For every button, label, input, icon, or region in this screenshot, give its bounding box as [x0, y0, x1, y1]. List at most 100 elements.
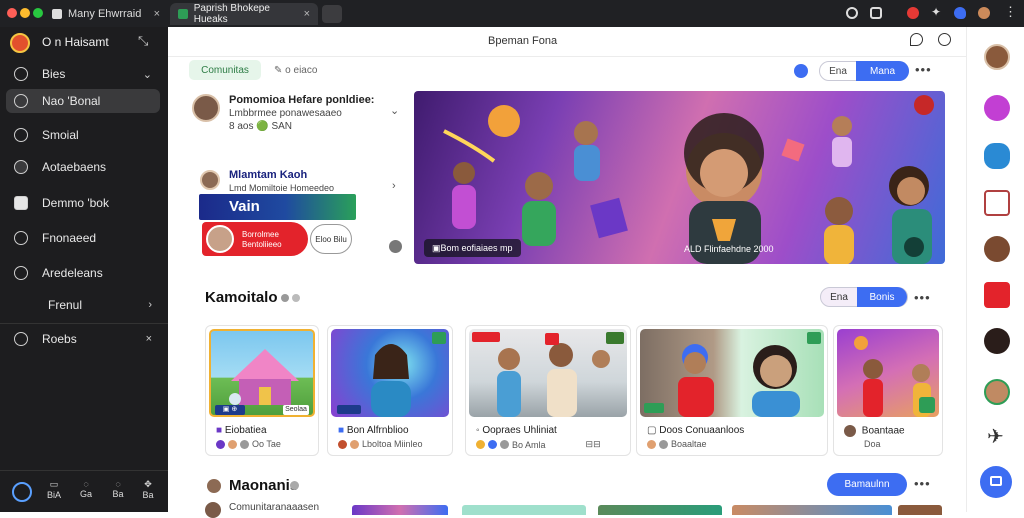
sidebar-item-roles[interactable]: Roebs ×: [6, 327, 160, 351]
card-thumbnail[interactable]: [462, 505, 586, 515]
chevron-down-icon[interactable]: ⌄: [390, 104, 399, 117]
sidebar-item-demo[interactable]: Demmo 'bok: [6, 191, 160, 215]
card-thumbnail[interactable]: [598, 505, 722, 515]
info-icon[interactable]: [290, 481, 299, 490]
search-icon: [14, 94, 28, 108]
chevron-right-icon[interactable]: ›: [148, 299, 152, 311]
avatar[interactable]: [207, 479, 221, 493]
footer-icon-3[interactable]: ◌ Ba: [108, 479, 128, 499]
profile-avatar-icon[interactable]: [978, 7, 990, 19]
contact-avatar[interactable]: [984, 236, 1010, 262]
community-card[interactable]: ▢ Doos Conuaanloos Boaaltae: [636, 325, 828, 456]
tab-label: Many Ehwrraid: [68, 8, 142, 20]
close-icon[interactable]: ×: [146, 333, 152, 345]
game-controller-icon[interactable]: [984, 95, 1010, 121]
card-thumbnail[interactable]: [732, 505, 892, 515]
card-title-text: Bon Alfrnblioo: [346, 425, 409, 436]
sidebar-item-featured[interactable]: Fnonaeed: [6, 226, 160, 250]
post-author[interactable]: Mlamtam Kaoh: [229, 169, 307, 181]
account-icon[interactable]: [846, 7, 858, 19]
info-icon[interactable]: [389, 240, 402, 253]
card-title: ■ Bon Alfrnblioo: [338, 425, 409, 436]
footer-icon-2[interactable]: ◌ Ga: [76, 479, 96, 499]
shield-icon[interactable]: [954, 7, 966, 19]
browser-tab-2[interactable]: Paprish Bhokepe Hueaks ×: [170, 3, 318, 25]
card-tag: [337, 405, 361, 414]
contact-avatar[interactable]: [984, 44, 1010, 70]
chat-icon[interactable]: [910, 33, 923, 46]
header-secondary-button[interactable]: Ena: [820, 66, 856, 77]
section-primary-button[interactable]: Bonis: [857, 287, 907, 307]
status-ring-icon[interactable]: [12, 482, 32, 502]
more-options-icon[interactable]: •••: [915, 62, 932, 77]
star-icon: [14, 196, 28, 210]
sidebar-item-friends[interactable]: Frenul ›: [6, 293, 160, 317]
badge-icon: [606, 332, 624, 344]
community-card[interactable]: ■ Bon Alfrnblioo Lboltoa Miinleo: [327, 325, 453, 456]
cloud-icon[interactable]: [984, 143, 1010, 169]
maximize-window-icon[interactable]: [33, 8, 43, 18]
info-icon[interactable]: [281, 294, 289, 302]
close-tab-icon[interactable]: ×: [304, 8, 310, 20]
community-card[interactable]: ▣ ⊕ Seolaa ■ Eiobatiea Oo Tae: [205, 325, 319, 456]
more-options-icon[interactable]: •••: [914, 290, 931, 305]
gift-icon[interactable]: [984, 282, 1010, 308]
card-meta-text: Oo Tae: [252, 439, 281, 449]
sidebar-item-activities[interactable]: Aotaebaens: [6, 155, 160, 179]
fullscreen-icon[interactable]: [904, 237, 924, 257]
record-icon[interactable]: [907, 7, 919, 19]
sidebar-item-label: Frenul: [48, 298, 83, 312]
pin-icon[interactable]: ✦: [931, 5, 941, 19]
card-thumbnail[interactable]: [352, 505, 448, 515]
header-primary-button[interactable]: Mana: [856, 61, 909, 81]
sidebar: O n Haisamt ⤡ Bies ⌄ Nao 'Bonal Smoial A…: [0, 27, 168, 512]
community-card[interactable]: ◦ Oopraes Uhliniat Bo Amla ⊟⊟: [465, 325, 631, 456]
minimize-window-icon[interactable]: [20, 8, 30, 18]
sidebar-item-audiences[interactable]: Aredeleans: [6, 261, 160, 285]
contact-avatar[interactable]: [984, 379, 1010, 405]
new-tab-button[interactable]: [322, 5, 342, 23]
promo-badge[interactable]: Eloo Bilu: [310, 224, 352, 254]
promo-banner[interactable]: Vain: [199, 194, 356, 220]
chevron-right-icon[interactable]: ›: [392, 180, 396, 192]
tools-icon[interactable]: [984, 190, 1010, 216]
sidebar-item-social[interactable]: Smoial: [6, 123, 160, 147]
avatar[interactable]: [200, 170, 220, 190]
card-thumbnail[interactable]: [898, 505, 942, 515]
refresh-icon[interactable]: [938, 33, 951, 46]
filter-secondary-label: o eiaco: [285, 65, 318, 76]
airplane-icon[interactable]: ✈: [987, 424, 1004, 449]
avatar[interactable]: [205, 502, 221, 518]
chevron-down-icon[interactable]: ⌄: [143, 68, 152, 81]
browser-tab-1[interactable]: Many Ehwrraid ×: [44, 3, 168, 25]
avatar[interactable]: [192, 94, 220, 122]
footer-icon-1[interactable]: ▭ BiA: [44, 479, 64, 500]
sidebar-item-label: Bies: [42, 67, 66, 81]
sidebar-item-home[interactable]: Bies ⌄: [6, 62, 160, 86]
hero-image[interactable]: ▣ Bom eofiaiaes mp ALD Flinfaehdne 2000: [414, 91, 945, 264]
community-card[interactable]: Boantaae Doa: [833, 325, 943, 456]
promo-card[interactable]: Borrolmee Bentoliieeo: [202, 222, 308, 256]
sidebar-item-search[interactable]: Nao 'Bonal: [6, 89, 160, 113]
more-options-icon[interactable]: •••: [914, 476, 931, 491]
card-title: ■ Eiobatiea: [216, 425, 267, 436]
contact-avatar[interactable]: [984, 328, 1010, 354]
card-thumbnail: [331, 329, 449, 417]
browser-menu-icon[interactable]: ⋮: [1004, 4, 1017, 20]
badge-icon: [807, 332, 821, 344]
section2-primary-button[interactable]: Bamaulnn: [827, 473, 907, 496]
section-secondary-button[interactable]: Ena: [821, 292, 857, 303]
sidebar-item-label: Smoial: [42, 128, 79, 142]
help-icon[interactable]: [292, 294, 300, 302]
filter-chip-communities[interactable]: Comunitas: [189, 60, 261, 80]
extensions-icon[interactable]: [870, 7, 882, 19]
collapse-sidebar-icon[interactable]: ⤡: [138, 33, 148, 49]
card-thumbnail: [640, 329, 824, 417]
card-meta-text: Doa: [864, 439, 881, 449]
close-window-icon[interactable]: [7, 8, 17, 18]
close-tab-icon[interactable]: ×: [154, 8, 160, 20]
footer-icon-4[interactable]: ✥ Ba: [138, 479, 158, 500]
header-toggle: Ena Mana: [819, 61, 909, 81]
filter-secondary[interactable]: ✎ o eiaco: [274, 65, 317, 76]
card-label: Seolaa: [283, 405, 309, 415]
